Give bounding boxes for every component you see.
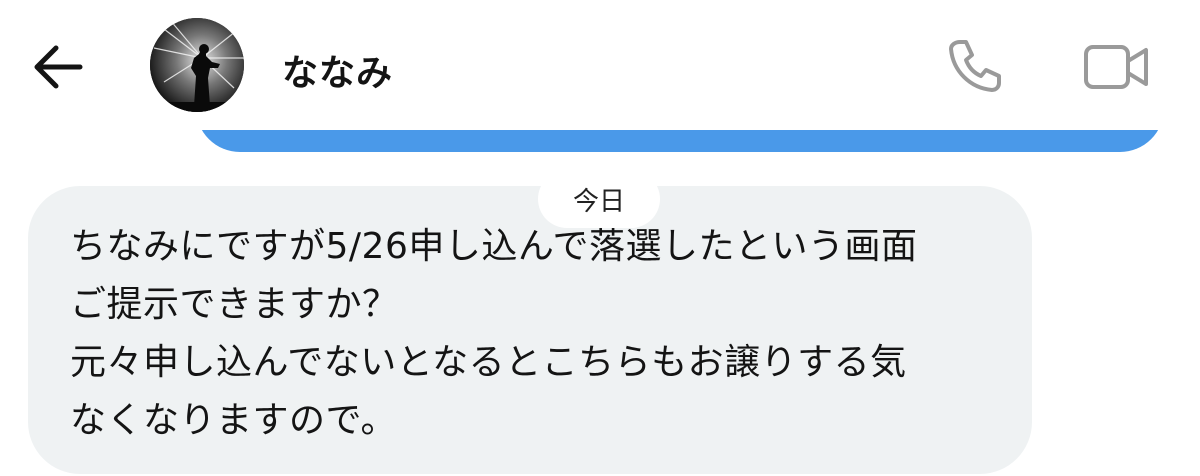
arrow-left-icon [34, 45, 83, 89]
message-line: なくなりますので。 [70, 400, 398, 441]
voice-call-button[interactable] [944, 36, 1004, 96]
received-message-text: ちなみにですが5/26申し込んで落選したという画面 ご提示できますか？ 元々申し… [70, 218, 1020, 450]
date-separator: 今日 [538, 170, 660, 228]
message-line: ご提示できますか？ [70, 284, 399, 325]
back-button[interactable] [30, 42, 86, 92]
contact-name[interactable]: ななみ [282, 44, 393, 96]
avatar-image [150, 18, 244, 112]
video-camera-icon [1084, 45, 1148, 89]
message-line: ちなみにですが5/26申し込んで落選したという画面 [70, 226, 918, 267]
phone-icon [949, 40, 1001, 92]
avatar[interactable] [150, 18, 244, 112]
dm-conversation-screen: ななみ ちなみにですが5/26申し込んで落選したという画面 ご提示できますか？ … [0, 0, 1200, 476]
video-call-button[interactable] [1082, 42, 1152, 92]
message-line: 元々申し込んでないとなるとこちらもお譲りする気 [70, 342, 907, 383]
